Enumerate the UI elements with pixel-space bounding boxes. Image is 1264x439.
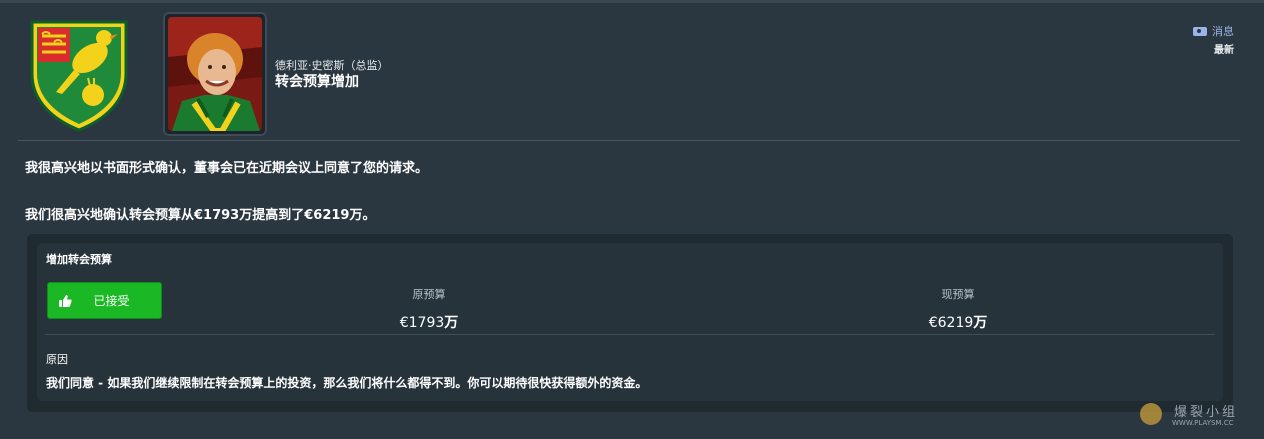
old-budget-unit: 万 <box>444 315 459 331</box>
old-budget-value: €1793万 <box>329 312 529 332</box>
accepted-status-label: 已接受 <box>93 294 130 308</box>
director-portrait <box>168 17 262 131</box>
new-budget-amount: €6219 <box>928 315 974 331</box>
message-recency: 最新 <box>1214 45 1234 56</box>
old-budget: 原预算 €1793万 <box>329 286 529 332</box>
new-budget-value: €6219万 <box>858 312 1058 332</box>
reason-label: 原因 <box>46 353 68 366</box>
message-subject: 转会预算增加 <box>275 74 359 90</box>
new-budget-unit: 万 <box>973 315 988 331</box>
message-paragraph-2: 我们很高兴地确认转会预算从€1793万提高到了€6219万。 <box>25 208 376 223</box>
message-tag[interactable]: 消息 最新 <box>1193 23 1234 56</box>
director-portrait-frame <box>163 12 267 136</box>
site-watermark: 爆裂小组 WWW.PLAYSM.CC <box>1136 399 1258 431</box>
new-budget-label: 现预算 <box>941 288 975 301</box>
top-rule <box>0 0 1264 3</box>
header-divider <box>18 140 1240 141</box>
watermark-text: 爆裂小组 <box>1174 405 1239 420</box>
message-paragraph-1: 我很高兴地以书面形式确认，董事会已在近期会议上同意了您的请求。 <box>25 161 429 176</box>
panel-divider <box>45 334 1215 335</box>
watermark-logo-icon <box>1140 403 1162 425</box>
reason-text: 我们同意 - 如果我们继续限制在转会预算上的投资，那么我们将什么都得不到。你可以… <box>46 376 648 390</box>
old-budget-label: 原预算 <box>412 288 446 301</box>
watermark-url: WWW.PLAYSM.CC <box>1172 419 1234 427</box>
message-type: 消息 <box>1193 23 1234 39</box>
thumbs-up-icon <box>59 294 72 307</box>
club-crest <box>30 20 128 132</box>
message-type-label: 消息 <box>1212 25 1234 38</box>
panel-title: 增加转会预算 <box>46 253 112 266</box>
old-budget-amount: €1793 <box>399 315 445 331</box>
new-budget: 现预算 €6219万 <box>858 286 1058 332</box>
transfer-budget-panel: 增加转会预算 已接受 原预算 €1793万 现预算 €6219万 原因 我们同意… <box>37 243 1223 401</box>
tag-icon <box>1193 26 1207 36</box>
accepted-status-button[interactable]: 已接受 <box>47 282 162 319</box>
